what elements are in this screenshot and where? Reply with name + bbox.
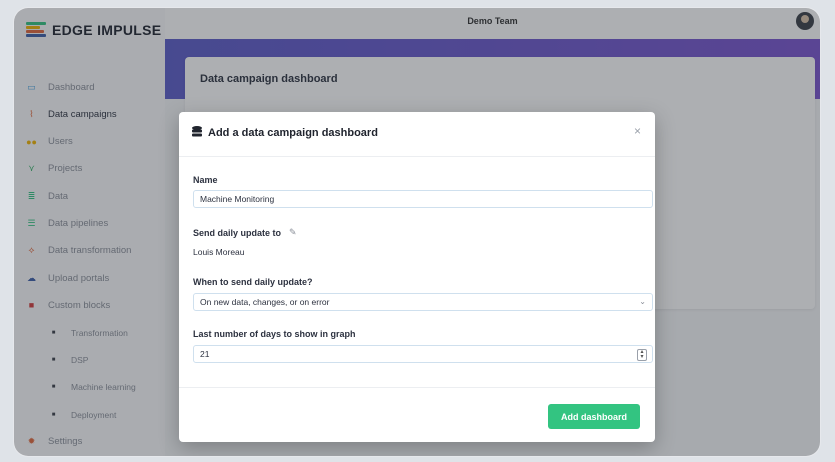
modal-header: Add a data campaign dashboard ×: [179, 112, 655, 157]
modal-title: Add a data campaign dashboard: [208, 127, 378, 139]
when-to-send-value: On new data, changes, or on error: [200, 297, 330, 307]
name-label: Name: [193, 175, 218, 185]
close-icon[interactable]: ×: [634, 124, 641, 138]
database-icon: [192, 126, 202, 137]
add-dashboard-modal: Add a data campaign dashboard × Name Mac…: [179, 112, 655, 442]
app-window: EDGE IMPULSE ▭ Dashboard ⌇ Data campaigns ●●…: [14, 8, 820, 456]
chevron-down-icon: ⌄: [639, 297, 646, 306]
name-input[interactable]: Machine Monitoring: [193, 190, 653, 208]
add-dashboard-button[interactable]: Add dashboard: [548, 404, 640, 429]
days-input-value: 21: [200, 349, 210, 359]
when-to-send-select[interactable]: On new data, changes, or on error ⌄: [193, 293, 653, 311]
number-stepper-icon[interactable]: ▴ ▾: [637, 349, 647, 361]
when-to-send-label: When to send daily update?: [193, 277, 313, 287]
send-daily-update-recipient: Louis Moreau: [193, 247, 245, 257]
days-label: Last number of days to show in graph: [193, 329, 356, 339]
send-daily-update-label: Send daily update to: [193, 228, 282, 238]
pencil-icon[interactable]: ✎: [289, 227, 297, 238]
name-input-value: Machine Monitoring: [200, 194, 275, 204]
modal-footer: Add dashboard: [179, 387, 655, 442]
days-number-input[interactable]: 21 ▴ ▾: [193, 345, 653, 363]
